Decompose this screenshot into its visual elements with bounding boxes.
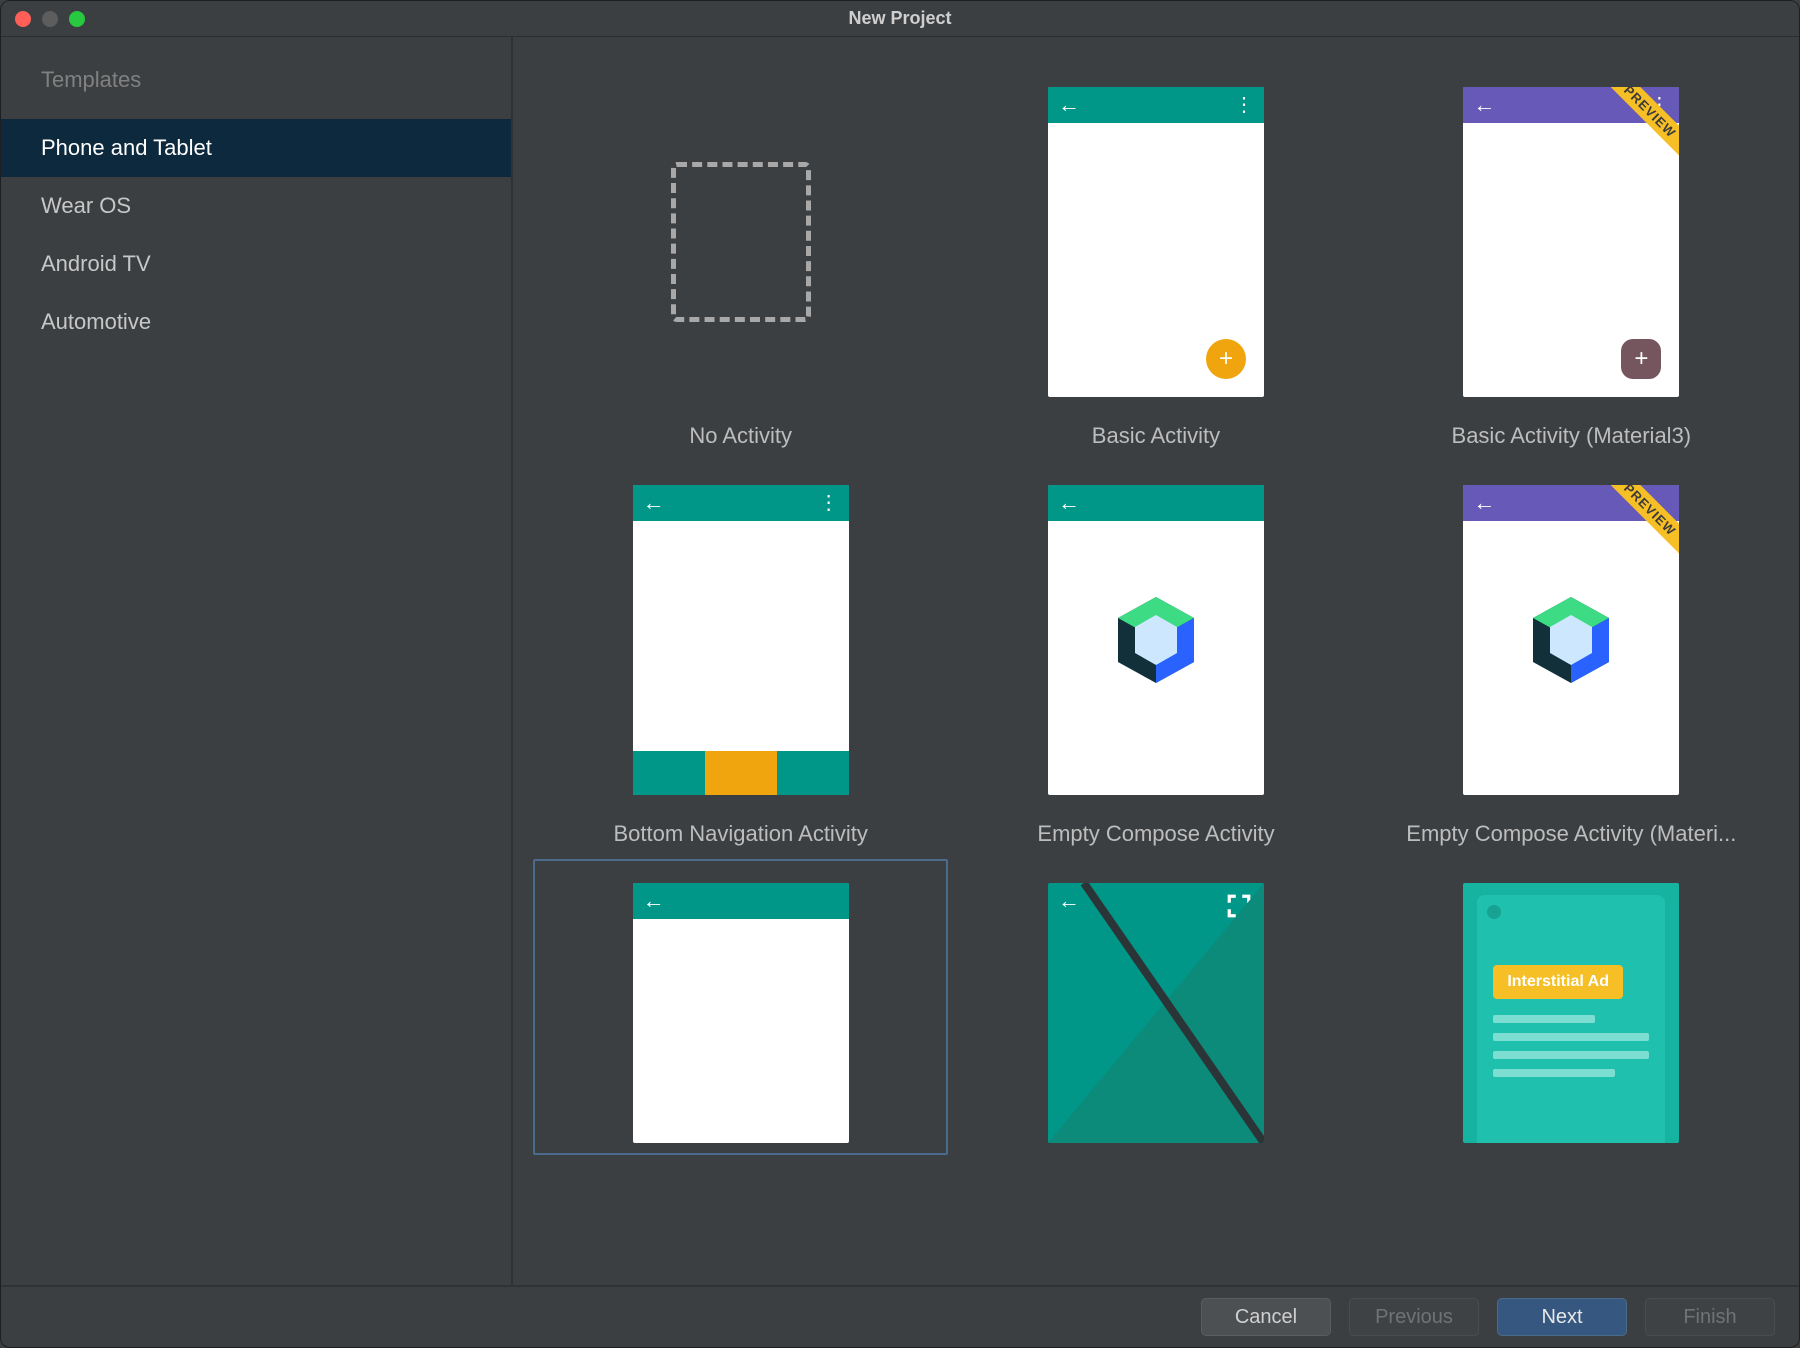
- cancel-button[interactable]: Cancel: [1201, 1298, 1331, 1336]
- titlebar: New Project: [1, 1, 1799, 37]
- interstitial-ad-button: Interstitial Ad: [1493, 965, 1623, 999]
- sidebar-item-wear-os[interactable]: Wear OS: [1, 177, 511, 235]
- template-thumbnail: ←: [1048, 485, 1264, 795]
- appbar: ← ⋮: [633, 485, 849, 521]
- back-arrow-icon: ←: [1473, 492, 1495, 514]
- more-vert-icon: ⋮: [819, 493, 839, 513]
- minimize-icon: [42, 11, 58, 27]
- finish-button: Finish: [1645, 1298, 1775, 1336]
- ad-card: Interstitial Ad: [1477, 895, 1665, 1143]
- template-gallery: No Activity ← ⋮ + Basic Activity: [513, 37, 1799, 1285]
- button-label: Cancel: [1235, 1306, 1297, 1329]
- template-thumbnail: ← ⋮: [633, 485, 849, 795]
- template-thumbnail: ←: [633, 883, 849, 1143]
- template-label: Basic Activity (Material3): [1452, 423, 1692, 449]
- template-label: No Activity: [689, 423, 792, 449]
- sidebar-item-label: Wear OS: [41, 193, 131, 218]
- template-thumbnail: ← ⋮ PREVIEW +: [1463, 87, 1679, 397]
- button-label: Next: [1541, 1306, 1582, 1329]
- template-basic-activity-material3[interactable]: ← ⋮ PREVIEW + Basic Activity (Material3): [1364, 63, 1779, 461]
- placeholder-line: [1493, 1069, 1615, 1077]
- appbar: ←: [1048, 485, 1264, 521]
- button-label: Finish: [1683, 1306, 1736, 1329]
- template-fullscreen-activity[interactable]: ←: [948, 859, 1363, 1155]
- sidebar-item-android-tv[interactable]: Android TV: [1, 235, 511, 293]
- template-thumbnail: ← ⋮ +: [1048, 87, 1264, 397]
- sidebar-item-phone-tablet[interactable]: Phone and Tablet: [1, 119, 511, 177]
- dialog-body: Templates Phone and Tablet Wear OS Andro…: [1, 37, 1799, 1285]
- bottom-nav: [633, 751, 849, 795]
- template-label: Basic Activity: [1092, 423, 1220, 449]
- template-thumbnail: ←: [1048, 883, 1264, 1143]
- sidebar-item-automotive[interactable]: Automotive: [1, 293, 511, 351]
- template-label: Bottom Navigation Activity: [613, 821, 867, 847]
- sidebar-item-label: Automotive: [41, 309, 151, 334]
- window-controls: [1, 11, 85, 27]
- template-empty-compose-activity-material3[interactable]: ← PREVIEW Empty Compose Activity (Materi…: [1364, 461, 1779, 859]
- template-label: Empty Compose Activity (Materi...: [1406, 821, 1736, 847]
- close-icon[interactable]: [15, 11, 31, 27]
- template-no-activity[interactable]: No Activity: [533, 63, 948, 461]
- templates-sidebar: Templates Phone and Tablet Wear OS Andro…: [1, 37, 513, 1285]
- template-admob-ads-activity[interactable]: Interstitial Ad: [1364, 859, 1779, 1155]
- template-thumbnail: ← PREVIEW: [1463, 485, 1679, 795]
- maximize-icon[interactable]: [69, 11, 85, 27]
- status-dot-icon: [1487, 905, 1501, 919]
- window-title: New Project: [1, 8, 1799, 29]
- fab-add-icon: +: [1206, 339, 1246, 379]
- back-arrow-icon: ←: [1058, 492, 1080, 514]
- template-bottom-navigation-activity[interactable]: ← ⋮ Bottom Navigation Activity: [533, 461, 948, 859]
- compose-logo-icon: [1115, 595, 1197, 685]
- appbar: ←: [633, 883, 849, 919]
- appbar: ← ⋮: [1048, 87, 1264, 123]
- back-arrow-icon: ←: [1058, 94, 1080, 116]
- dialog-footer: Cancel Previous Next Finish: [1, 1285, 1799, 1347]
- back-arrow-icon: ←: [1473, 94, 1495, 116]
- sidebar-item-label: Phone and Tablet: [41, 135, 212, 160]
- template-thumbnail: Interstitial Ad: [1463, 883, 1679, 1143]
- template-grid: No Activity ← ⋮ + Basic Activity: [513, 37, 1799, 1285]
- sidebar-header: Templates: [1, 67, 511, 119]
- template-basic-activity[interactable]: ← ⋮ + Basic Activity: [948, 63, 1363, 461]
- placeholder-line: [1493, 1051, 1649, 1059]
- fab-add-icon: +: [1621, 339, 1661, 379]
- placeholder-line: [1493, 1033, 1649, 1041]
- empty-placeholder-icon: [671, 162, 811, 322]
- diagonal-divider: [1048, 883, 1264, 1143]
- back-arrow-icon: ←: [643, 890, 665, 912]
- sidebar-item-label: Android TV: [41, 251, 151, 276]
- back-arrow-icon: ←: [643, 492, 665, 514]
- button-label: Previous: [1375, 1306, 1453, 1329]
- placeholder-line: [1493, 1015, 1595, 1023]
- template-empty-compose-activity[interactable]: ← Empty Compose Activity: [948, 461, 1363, 859]
- compose-logo-icon: [1530, 595, 1612, 685]
- template-empty-activity[interactable]: ←: [533, 859, 948, 1155]
- next-button[interactable]: Next: [1497, 1298, 1627, 1336]
- template-label: Empty Compose Activity: [1037, 821, 1274, 847]
- new-project-window: New Project Templates Phone and Tablet W…: [0, 0, 1800, 1348]
- template-thumbnail: [633, 87, 849, 397]
- more-vert-icon: ⋮: [1234, 95, 1254, 115]
- previous-button: Previous: [1349, 1298, 1479, 1336]
